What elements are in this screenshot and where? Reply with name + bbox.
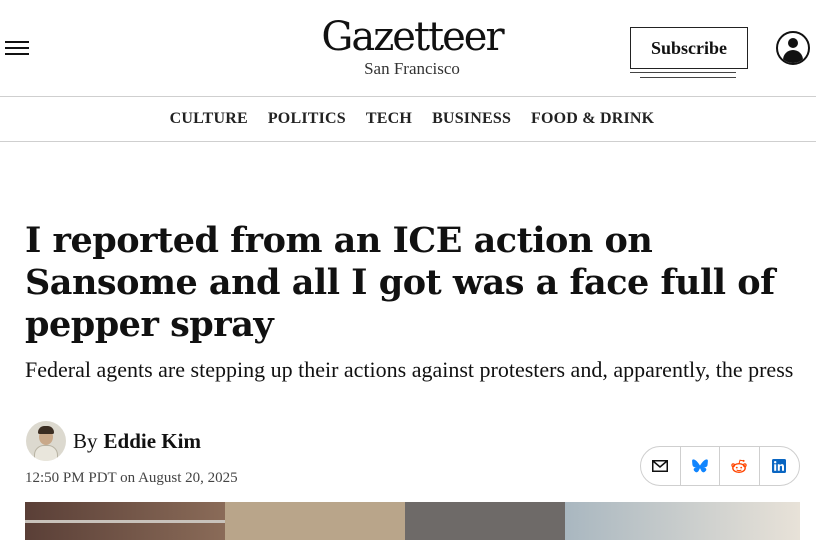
byline: By Eddie Kim: [26, 421, 201, 461]
avatar-shirt: [34, 445, 58, 461]
reddit-share-icon: [731, 459, 747, 473]
menu-line: [5, 41, 29, 43]
user-account-icon[interactable]: [776, 31, 810, 65]
share-bar: [640, 446, 800, 486]
article-headline: I reported from an ICE action on Sansome…: [25, 220, 775, 345]
section-nav-list: CULTURE POLITICS TECH BUSINESS FOOD & DR…: [0, 97, 816, 141]
hero-image: [25, 502, 800, 540]
reddit-share-button[interactable]: [720, 447, 760, 485]
nav-item-culture[interactable]: CULTURE: [170, 110, 248, 128]
nav-item-food-drink[interactable]: FOOD & DRINK: [531, 110, 654, 128]
hero-region: [405, 502, 565, 540]
brand-name: Gazetteer: [321, 14, 504, 60]
account-head-shape: [788, 38, 798, 48]
email-share-button[interactable]: [641, 447, 681, 485]
section-nav: CULTURE POLITICS TECH BUSINESS FOOD & DR…: [0, 97, 816, 142]
subscribe-button[interactable]: Subscribe: [630, 27, 748, 69]
subscribe-underline-decoration: [630, 72, 736, 78]
linkedin-share-icon: [772, 459, 787, 473]
bluesky-share-button[interactable]: [681, 447, 720, 485]
author-avatar[interactable]: [26, 421, 66, 461]
hero-region: [25, 520, 225, 523]
menu-line: [5, 47, 29, 49]
subscribe-area: Subscribe: [630, 27, 750, 81]
account-body-shape: [783, 50, 803, 63]
article-dek: Federal agents are stepping up their act…: [25, 357, 794, 382]
nav-item-tech[interactable]: TECH: [366, 110, 412, 128]
hamburger-menu-icon[interactable]: [5, 40, 29, 56]
linkedin-share-button[interactable]: [760, 447, 799, 485]
byline-prefix: By: [73, 428, 98, 453]
hero-region: [565, 502, 800, 540]
site-logo[interactable]: Gazetteer San Francisco: [300, 14, 524, 78]
bluesky-share-icon: [691, 459, 708, 473]
brand-city: San Francisco: [364, 59, 460, 78]
nav-item-business[interactable]: BUSINESS: [432, 110, 511, 128]
email-share-icon: [652, 460, 669, 472]
publish-timestamp: 12:50 PM PDT on August 20, 2025: [25, 470, 238, 486]
nav-item-politics[interactable]: POLITICS: [268, 110, 346, 128]
author-name-link[interactable]: Eddie Kim: [104, 429, 201, 454]
avatar-hair: [38, 426, 54, 434]
hero-region: [225, 502, 405, 540]
menu-line: [5, 53, 29, 55]
site-header: Gazetteer San Francisco Subscribe: [0, 0, 816, 97]
